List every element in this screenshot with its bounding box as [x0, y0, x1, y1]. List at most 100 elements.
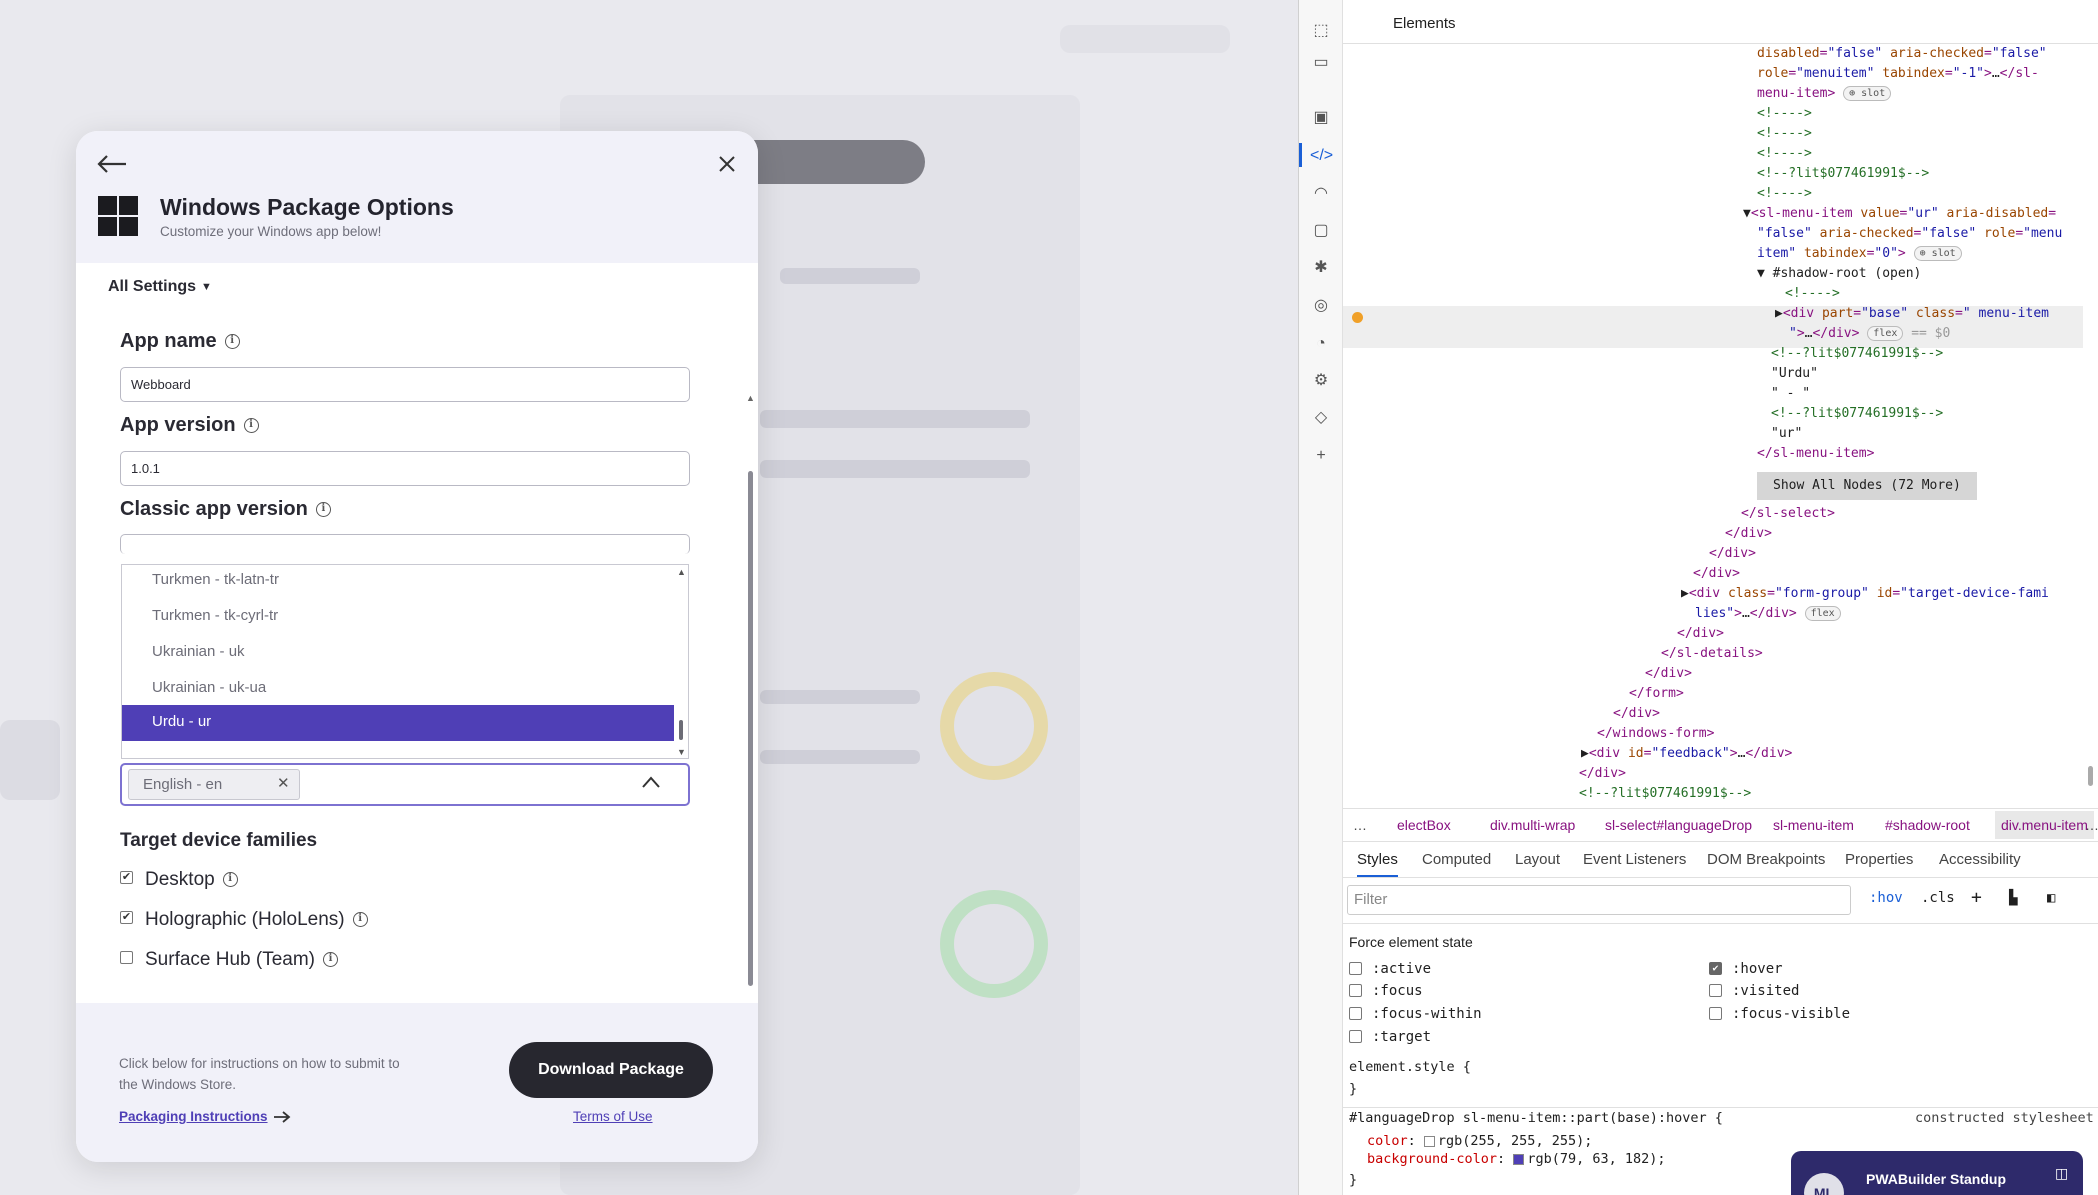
breadcrumb-item[interactable]: #shadow-root — [1885, 817, 1970, 833]
checkbox-unchecked[interactable] — [1709, 983, 1722, 997]
device-icon[interactable]: ▭ — [1310, 52, 1332, 74]
language-list-scrollbar[interactable]: ▲ ▼ — [674, 565, 688, 758]
dom-line[interactable]: lies">…</div> flex — [1695, 604, 1841, 624]
3d-view-icon[interactable]: ◇ — [1310, 407, 1332, 429]
info-icon[interactable]: i — [323, 952, 339, 968]
checkbox-unchecked[interactable] — [1349, 1006, 1362, 1020]
breadcrumb-item[interactable]: … — [1353, 817, 1367, 833]
meeting-notification[interactable]: ML PWABuilder Standup ◫ — [1791, 1151, 2083, 1195]
state-focus-within[interactable]: :focus-within — [1349, 1006, 1482, 1022]
breadcrumb-item-current[interactable]: div.menu-item — [1995, 811, 2094, 839]
tab-event-listeners[interactable]: Event Listeners — [1583, 851, 1686, 868]
paint-icon[interactable]: ▙ — [2009, 890, 2017, 906]
dom-line[interactable]: </div> — [1709, 544, 1756, 564]
info-icon[interactable]: i — [222, 872, 238, 888]
state-focus[interactable]: :focus — [1349, 983, 1423, 999]
new-rule-icon[interactable]: + — [1971, 887, 1982, 908]
tab-layout[interactable]: Layout — [1515, 851, 1560, 868]
chat-icon[interactable]: ◫ — [2055, 1165, 2068, 1182]
download-package-button[interactable]: Download Package — [509, 1042, 713, 1098]
dom-line[interactable]: </sl-select> — [1741, 504, 1835, 524]
app-version-input[interactable]: 1.0.1 — [120, 451, 690, 486]
dom-line[interactable]: <!--?lit$077461991$--> — [1579, 784, 1751, 804]
scroll-down-icon[interactable]: ▼ — [677, 747, 686, 757]
scroll-thumb[interactable] — [748, 471, 753, 986]
all-settings-toggle[interactable]: All Settings ▼ — [108, 278, 212, 296]
dom-line[interactable]: <!----> — [1757, 104, 1812, 124]
state-hover[interactable]: ✔:hover — [1709, 961, 1783, 977]
cls-toggle[interactable]: .cls — [1921, 890, 1955, 906]
chevron-up-icon[interactable] — [641, 775, 661, 789]
scroll-thumb[interactable] — [2088, 766, 2093, 786]
element-style-rule[interactable]: element.style { — [1349, 1059, 1471, 1075]
color-swatch[interactable] — [1423, 1135, 1435, 1147]
dom-line[interactable]: </windows-form> — [1597, 724, 1714, 744]
rule-selector[interactable]: #languageDrop sl-menu-item::part(base):h… — [1349, 1110, 1723, 1126]
color-swatch[interactable] — [1513, 1153, 1525, 1165]
scroll-up-icon[interactable]: ▲ — [746, 393, 755, 403]
elements-icon[interactable]: </> — [1310, 145, 1333, 167]
state-target[interactable]: :target — [1349, 1029, 1431, 1045]
dom-line[interactable]: <!--?lit$077461991$--> — [1771, 404, 1943, 424]
dom-line[interactable]: menu-item> ⊕ slot — [1757, 84, 1892, 104]
language-option-selected[interactable]: Urdu - ur — [122, 705, 674, 741]
add-tool-icon[interactable]: + — [1310, 445, 1332, 467]
settings-scrollbar[interactable]: ▲ ▼ — [746, 271, 756, 1136]
tab-styles[interactable]: Styles — [1357, 851, 1398, 877]
inspect-icon[interactable]: ⬚ — [1310, 20, 1332, 42]
dom-line[interactable]: ▶<div part="base" class=" menu-item — [1775, 304, 2049, 324]
language-select[interactable]: English - en ✕ — [120, 763, 690, 806]
tab-computed[interactable]: Computed — [1422, 851, 1491, 868]
color-declaration[interactable]: color: rgb(255, 255, 255); — [1367, 1133, 1592, 1149]
device-desktop[interactable]: ✔ Desktop i — [120, 869, 238, 891]
dom-line[interactable]: " - " — [1771, 384, 1810, 404]
dom-line[interactable]: </div> — [1693, 564, 1740, 584]
checkbox-unchecked[interactable] — [1709, 1006, 1722, 1020]
breadcrumb-item[interactable]: sl-menu-item — [1773, 817, 1854, 833]
back-arrow-icon[interactable] — [96, 153, 128, 175]
info-icon[interactable]: i — [224, 334, 240, 350]
dom-line[interactable]: </sl-details> — [1661, 644, 1763, 664]
console-icon[interactable]: ▣ — [1310, 107, 1332, 129]
dom-line[interactable]: ▼<sl-menu-item value="ur" aria-disabled= — [1743, 204, 2056, 224]
dom-line[interactable]: ">…</div> flex == $0 — [1789, 324, 1950, 344]
tab-dom-breakpoints[interactable]: DOM Breakpoints — [1707, 851, 1825, 868]
dom-line[interactable]: "false" aria-checked="false" role="menu — [1757, 224, 2062, 244]
sidebar-toggle-icon[interactable]: ◧ — [2047, 890, 2055, 906]
dom-line[interactable]: </div> — [1613, 704, 1660, 724]
dom-line[interactable]: <!----> — [1785, 284, 1840, 304]
dom-line[interactable]: </div> — [1645, 664, 1692, 684]
language-option[interactable]: Ukrainian - uk-ua — [122, 669, 674, 709]
checkbox-checked[interactable]: ✔ — [120, 871, 133, 885]
app-name-input[interactable]: Webboard — [120, 367, 690, 402]
checkbox-unchecked[interactable] — [1349, 983, 1362, 997]
application-icon[interactable]: ▢ — [1310, 220, 1332, 242]
scroll-thumb[interactable] — [679, 720, 683, 740]
dom-line[interactable]: disabled="false" aria-checked="false" — [1757, 44, 2047, 64]
show-all-nodes-button[interactable]: Show All Nodes (72 More) — [1757, 472, 1977, 500]
tab-properties[interactable]: Properties — [1845, 851, 1913, 868]
network-icon[interactable]: ◠ — [1310, 183, 1332, 205]
dom-line[interactable]: item" tabindex="0"> ⊕ slot — [1757, 244, 1962, 264]
dom-line[interactable]: ▶<div class="form-group" id="target-devi… — [1681, 584, 2049, 604]
breadcrumb-item[interactable]: … — [2085, 817, 2098, 833]
dom-line[interactable]: <!--?lit$077461991$--> — [1771, 344, 1943, 364]
language-option[interactable]: Turkmen - tk-cyrl-tr — [122, 597, 674, 637]
dom-line[interactable]: </form> — [1629, 684, 1684, 704]
dom-line[interactable]: ▼ #shadow-root (open) — [1757, 264, 1921, 284]
arrow-right-icon[interactable] — [272, 1110, 292, 1124]
dom-line[interactable]: <!----> — [1757, 184, 1812, 204]
info-icon[interactable]: i — [315, 502, 331, 518]
device-hololens[interactable]: ✔ Holographic (HoloLens) i — [120, 909, 368, 931]
dom-tree-scrollbar[interactable] — [2085, 44, 2097, 808]
checkbox-checked[interactable]: ✔ — [120, 911, 133, 925]
dom-line[interactable]: ▶<div id="feedback">…</div> — [1581, 744, 1792, 764]
breadcrumb-item[interactable]: div.multi-wrap — [1490, 817, 1575, 833]
dom-line[interactable]: <!--?lit$077461991$--> — [1757, 164, 1929, 184]
breadcrumb-item[interactable]: electBox — [1397, 817, 1451, 833]
state-focus-visible[interactable]: :focus-visible — [1709, 1006, 1850, 1022]
debugger-icon[interactable]: ✱ — [1310, 257, 1332, 279]
device-surface-hub[interactable]: Surface Hub (Team) i — [120, 949, 339, 971]
settings-gear-icon[interactable]: ⚙ — [1310, 370, 1332, 392]
breadcrumb-item[interactable]: sl-select#languageDrop — [1605, 817, 1752, 833]
